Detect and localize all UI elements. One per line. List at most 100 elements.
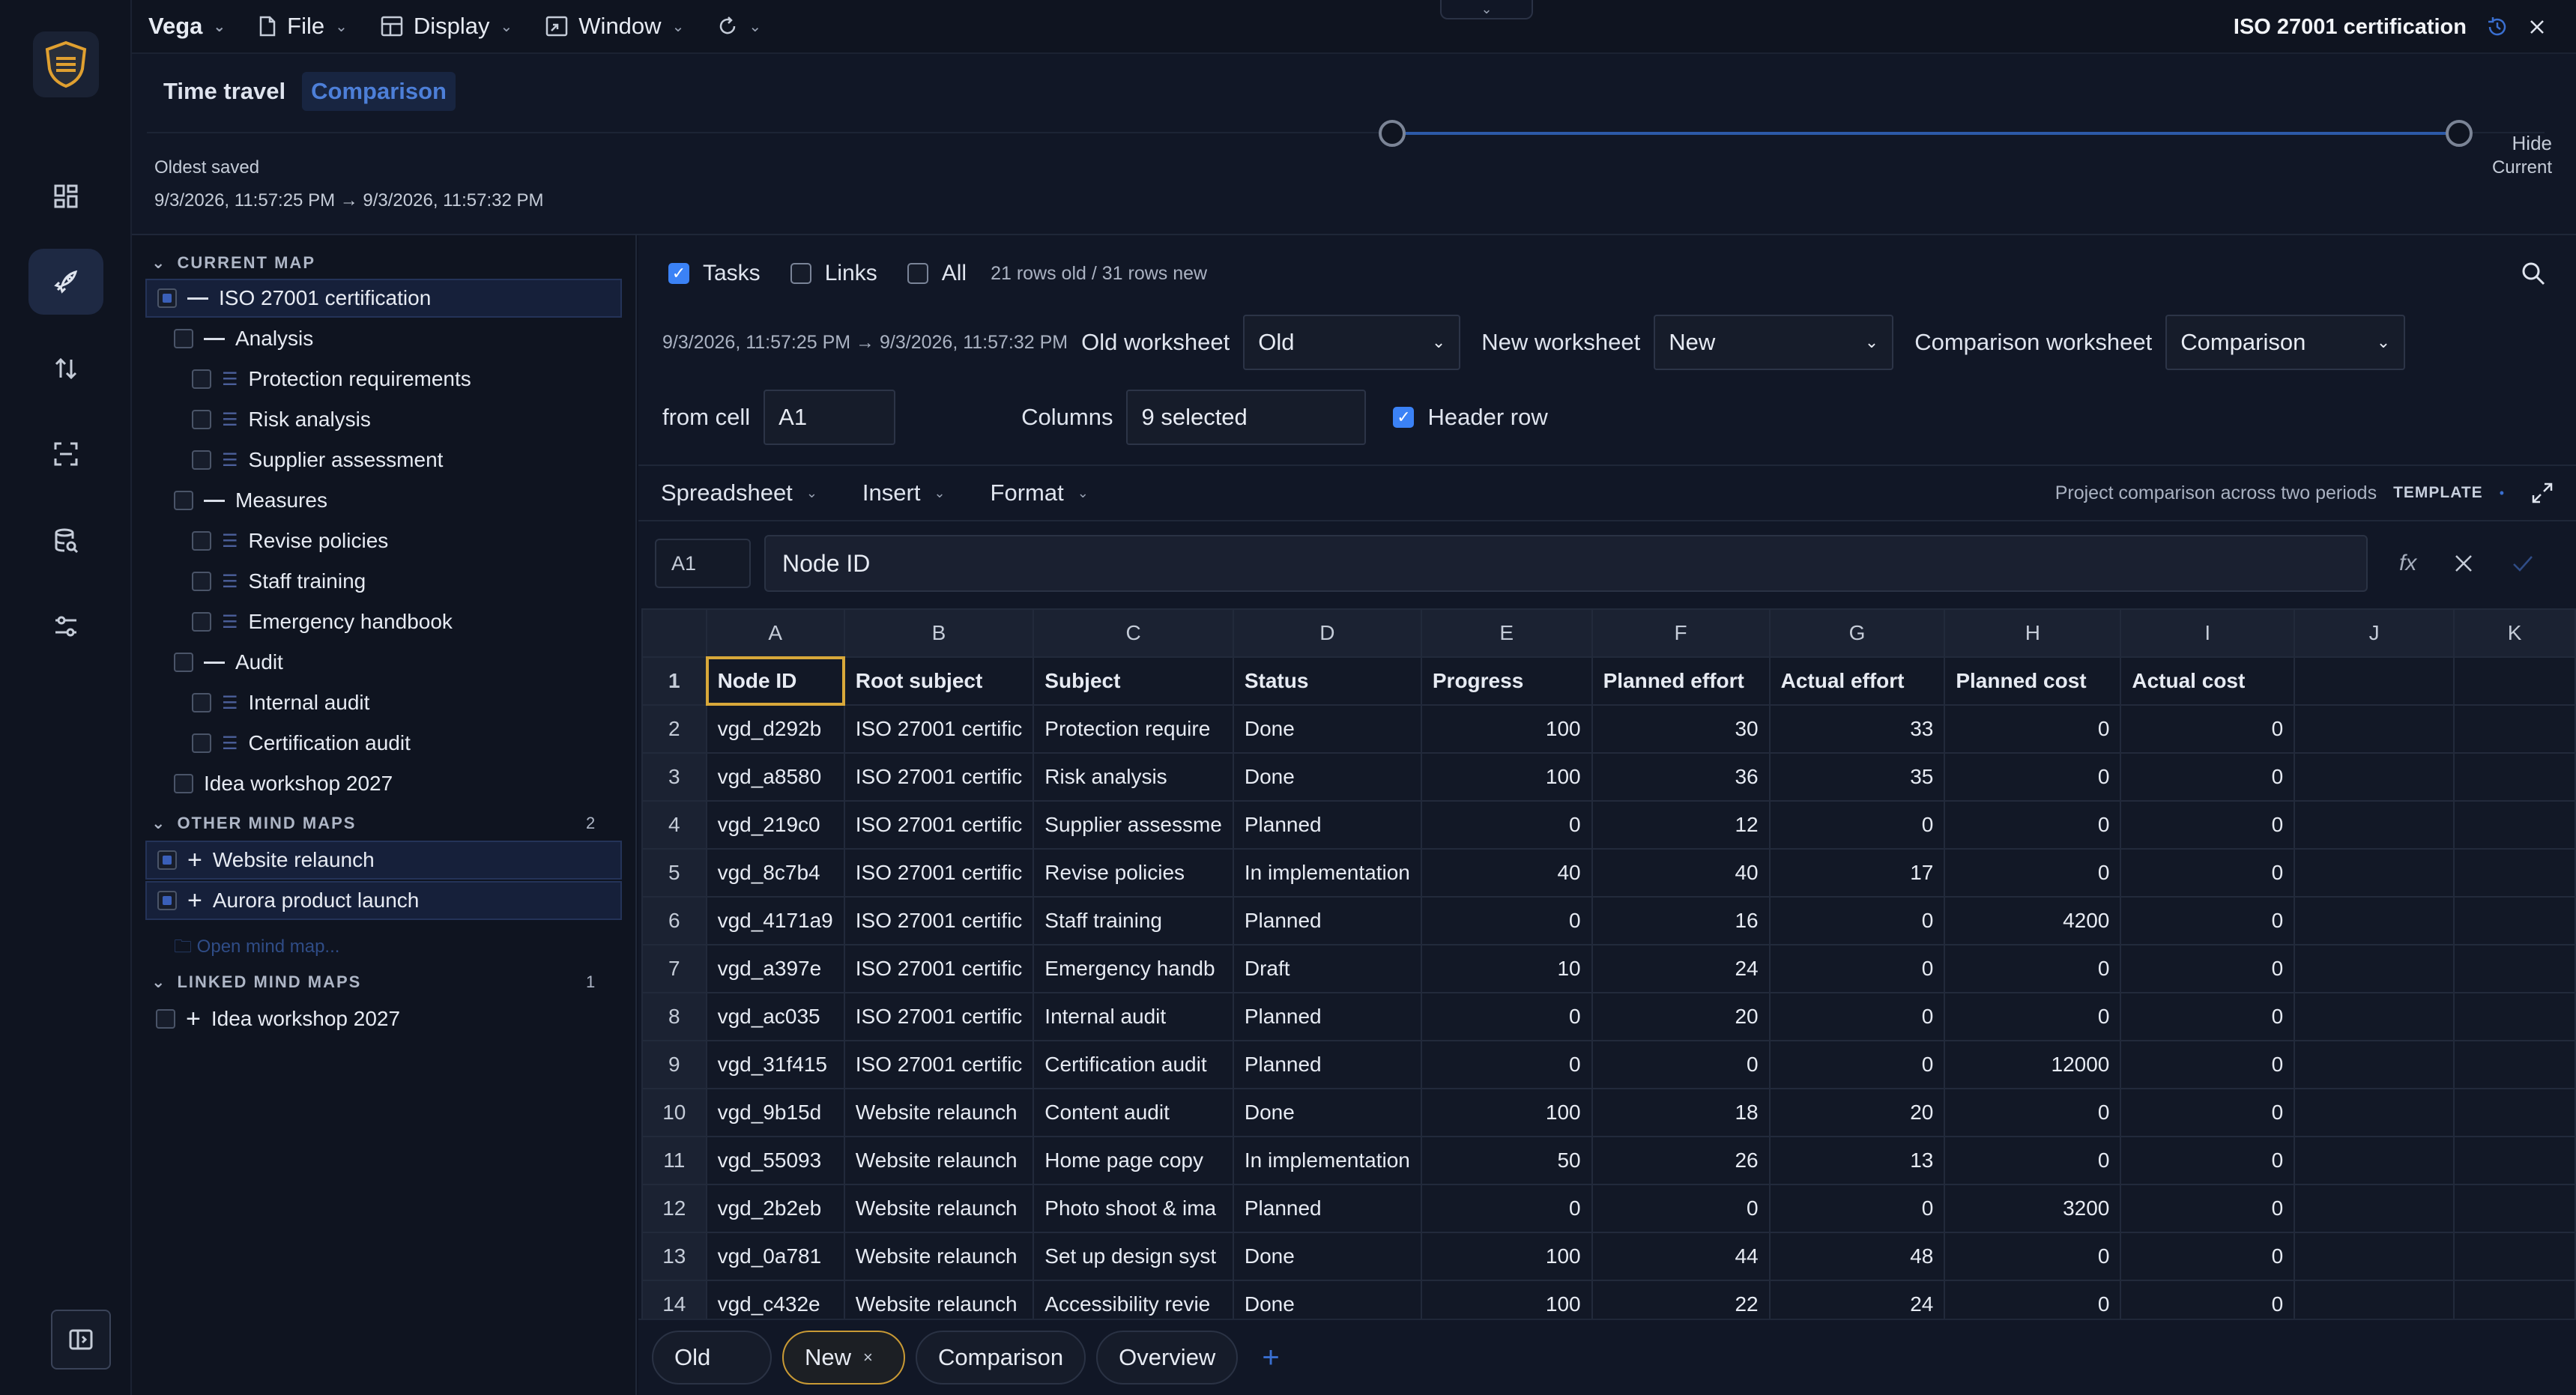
menu-refresh[interactable]: ⌄ bbox=[701, 0, 778, 53]
collapse-dash-icon[interactable] bbox=[204, 499, 225, 502]
grid-cell[interactable]: 0 bbox=[2120, 800, 2296, 850]
checkbox[interactable] bbox=[174, 653, 193, 672]
grid-cell[interactable]: 0 bbox=[1944, 848, 2122, 898]
grid-cell[interactable] bbox=[2453, 704, 2576, 754]
grid-cell[interactable]: Home page copy bbox=[1032, 1136, 1234, 1185]
grid-cell[interactable] bbox=[2294, 1184, 2455, 1233]
grid-cell[interactable]: Draft bbox=[1232, 944, 1422, 993]
grid-cell[interactable]: 17 bbox=[1768, 848, 1946, 898]
collapse-handle[interactable]: ⌄ bbox=[1440, 0, 1533, 19]
row-number[interactable]: 1 bbox=[641, 656, 707, 706]
grid-cell[interactable]: Supplier assessme bbox=[1032, 800, 1234, 850]
menu-window[interactable]: Window ⌄ bbox=[529, 0, 701, 53]
grid-cell[interactable]: 40 bbox=[1591, 848, 1771, 898]
grid-cell[interactable]: 20 bbox=[1591, 992, 1771, 1041]
row-number[interactable]: 10 bbox=[641, 1088, 707, 1137]
grid-cell[interactable]: ISO 27001 certific bbox=[843, 896, 1035, 945]
grid-cell[interactable]: Certification audit bbox=[1032, 1040, 1234, 1089]
grid-cell[interactable]: vgd_4171a9 bbox=[705, 896, 845, 945]
grid-cell[interactable]: ISO 27001 certific bbox=[843, 992, 1035, 1041]
tab-comparison[interactable]: Comparison bbox=[302, 72, 456, 111]
column-header[interactable]: K bbox=[2453, 608, 2576, 658]
menu-display[interactable]: Display ⌄ bbox=[364, 0, 529, 53]
history-icon[interactable] bbox=[2486, 16, 2509, 38]
grid-cell[interactable] bbox=[2294, 752, 2455, 802]
grid-cell[interactable]: vgd_9b15d bbox=[705, 1088, 845, 1137]
grid-cell[interactable] bbox=[2453, 1184, 2576, 1233]
grid-cell[interactable]: Internal audit bbox=[1032, 992, 1234, 1041]
grid-cell[interactable]: Planned bbox=[1232, 896, 1422, 945]
hide-button[interactable]: Hide bbox=[2512, 132, 2552, 155]
grid-cell[interactable] bbox=[2294, 1232, 2455, 1281]
tasks-checkbox[interactable]: ✓ bbox=[668, 263, 689, 284]
from-cell-input[interactable]: A1 bbox=[764, 390, 896, 445]
grid-cell[interactable] bbox=[2453, 1088, 2576, 1137]
tree-node[interactable]: ☰ Emergency handbook bbox=[181, 602, 622, 641]
grid-cell[interactable]: Node ID bbox=[705, 656, 845, 706]
grid-cell[interactable]: Planned bbox=[1232, 992, 1422, 1041]
grid-cell[interactable]: vgd_ac035 bbox=[705, 992, 845, 1041]
grid-cell[interactable]: ISO 27001 certific bbox=[843, 848, 1035, 898]
row-number[interactable]: 9 bbox=[641, 1040, 707, 1089]
grid-cell[interactable] bbox=[2453, 992, 2576, 1041]
grid-cell[interactable]: Done bbox=[1232, 704, 1422, 754]
toggle-sidebar-button[interactable] bbox=[51, 1310, 111, 1370]
tab-time-travel[interactable]: Time travel bbox=[154, 72, 294, 111]
grid-cell[interactable]: 100 bbox=[1420, 1280, 1593, 1319]
grid-cell[interactable]: 0 bbox=[2120, 848, 2296, 898]
grid-cell[interactable]: 0 bbox=[1768, 1184, 1946, 1233]
checkbox[interactable] bbox=[157, 891, 177, 910]
search-button[interactable] bbox=[2521, 261, 2546, 290]
grid-cell[interactable] bbox=[2453, 848, 2576, 898]
grid-cell[interactable]: vgd_2b2eb bbox=[705, 1184, 845, 1233]
column-header[interactable]: I bbox=[2120, 608, 2296, 658]
column-header[interactable]: C bbox=[1032, 608, 1234, 658]
grid-cell[interactable]: 0 bbox=[1944, 992, 2122, 1041]
grid-cell[interactable]: Root subject bbox=[843, 656, 1035, 706]
checkbox[interactable] bbox=[192, 612, 211, 632]
header-row-checkbox[interactable]: ✓ bbox=[1393, 407, 1415, 428]
links-checkbox[interactable] bbox=[790, 263, 811, 284]
close-icon[interactable] bbox=[2528, 18, 2546, 36]
grid-cell[interactable]: Staff training bbox=[1032, 896, 1234, 945]
grid-cell[interactable]: 0 bbox=[2120, 704, 2296, 754]
grid-cell[interactable]: 10 bbox=[1420, 944, 1593, 993]
grid-cell[interactable]: 33 bbox=[1768, 704, 1946, 754]
checkbox[interactable] bbox=[192, 450, 211, 470]
grid-cell[interactable]: Website relaunch bbox=[843, 1184, 1035, 1233]
grid-cell[interactable]: 36 bbox=[1591, 752, 1771, 802]
all-checkbox[interactable] bbox=[907, 263, 928, 284]
grid-cell[interactable]: Website relaunch bbox=[843, 1232, 1035, 1281]
checkbox[interactable] bbox=[174, 329, 193, 348]
grid-cell[interactable]: 13 bbox=[1768, 1136, 1946, 1185]
row-number[interactable]: 13 bbox=[641, 1232, 707, 1281]
grid-cell[interactable]: vgd_0a781 bbox=[705, 1232, 845, 1281]
grid-cell[interactable]: 30 bbox=[1591, 704, 1771, 754]
grid-cell[interactable] bbox=[2453, 1040, 2576, 1089]
row-number[interactable]: 14 bbox=[641, 1280, 707, 1319]
row-number[interactable]: 7 bbox=[641, 944, 707, 993]
tree-node[interactable]: Analysis bbox=[163, 319, 622, 358]
grid-cell[interactable]: vgd_31f415 bbox=[705, 1040, 845, 1089]
sheet-tab[interactable]: Old bbox=[652, 1331, 772, 1385]
collapse-dash-icon[interactable] bbox=[204, 661, 225, 664]
checkbox[interactable] bbox=[157, 850, 177, 870]
grid-cell[interactable]: 44 bbox=[1591, 1232, 1771, 1281]
tree-node[interactable]: Measures bbox=[163, 481, 622, 520]
grid-cell[interactable] bbox=[2294, 1088, 2455, 1137]
grid-cell[interactable]: 0 bbox=[1768, 896, 1946, 945]
grid-cell[interactable]: Accessibility revie bbox=[1032, 1280, 1234, 1319]
checkbox[interactable] bbox=[156, 1009, 175, 1029]
linked-maps-header[interactable]: ⌄ LINKED MIND MAPS 1 bbox=[151, 972, 595, 992]
grid-cell[interactable]: 0 bbox=[2120, 1280, 2296, 1319]
grid-cell[interactable]: Status bbox=[1232, 656, 1422, 706]
row-number[interactable]: 12 bbox=[641, 1184, 707, 1233]
checkbox[interactable] bbox=[157, 288, 177, 308]
expand-icon[interactable] bbox=[2531, 482, 2554, 504]
grid-cell[interactable]: 0 bbox=[1591, 1040, 1771, 1089]
grid-cell[interactable]: 0 bbox=[1768, 800, 1946, 850]
tree-node[interactable]: ☰ Staff training bbox=[181, 562, 622, 601]
slider-end-handle[interactable] bbox=[2446, 120, 2473, 147]
grid-cell[interactable]: 12000 bbox=[1944, 1040, 2122, 1089]
grid-cell[interactable]: ISO 27001 certific bbox=[843, 1040, 1035, 1089]
